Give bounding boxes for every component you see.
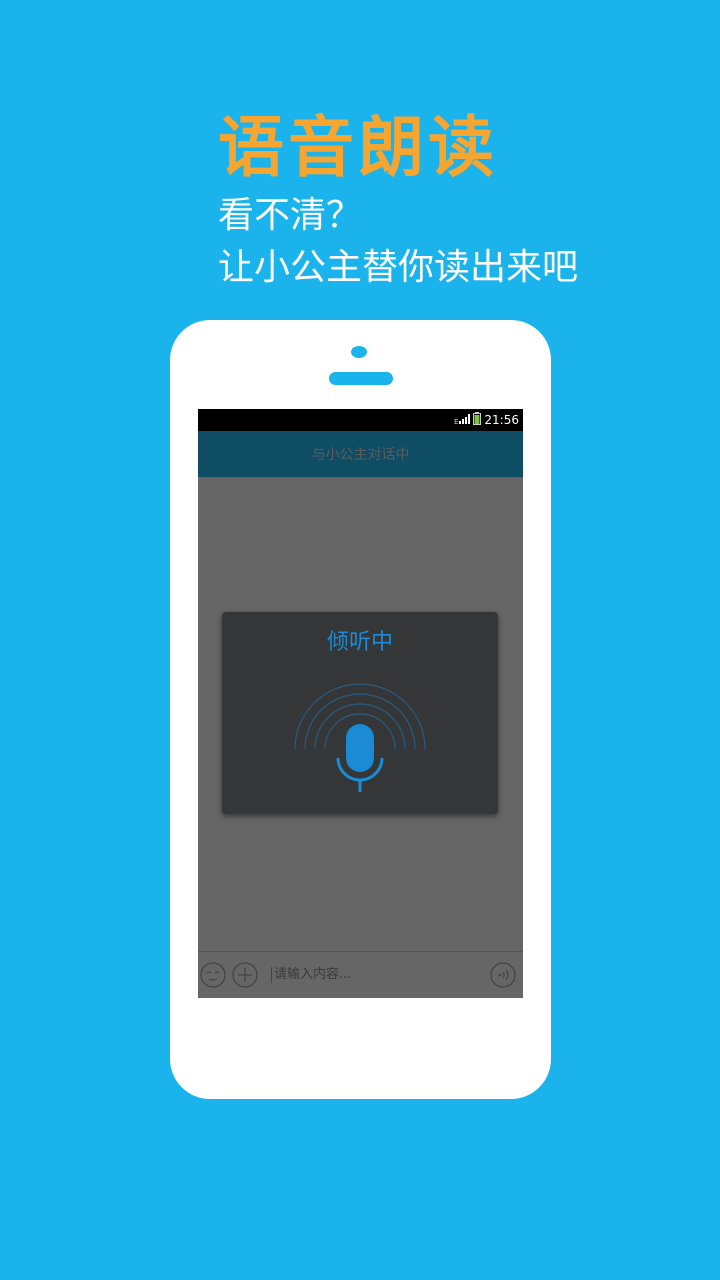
- signal-icon: E: [454, 413, 471, 428]
- promo-headline: 语音朗读: [218, 109, 498, 186]
- phone-speaker: [329, 372, 393, 385]
- voice-dialog-title: 倾听中: [326, 630, 393, 655]
- input-bar: 请输入内容...: [198, 951, 523, 998]
- emoji-icon[interactable]: [200, 962, 226, 988]
- svg-text:E: E: [454, 418, 458, 425]
- status-bar: E 21:56: [198, 409, 523, 431]
- voice-icon[interactable]: [490, 962, 516, 988]
- phone-camera: [351, 346, 367, 358]
- voice-dialog: 倾听中: [222, 612, 498, 814]
- app-bar: 与小公主对话中: [198, 431, 523, 477]
- app-bar-title: 与小公主对话中: [311, 447, 410, 463]
- add-icon[interactable]: [232, 962, 258, 988]
- microphone-icon[interactable]: [290, 664, 430, 796]
- promo-subtitle-2: 让小公主替你读出来吧: [218, 247, 579, 288]
- status-time: 21:56: [484, 413, 519, 427]
- promo-subtitle-1: 看不清？: [218, 195, 363, 236]
- phone-screen: E 21:56 与小公主对话中 倾听中 请输入内容...: [198, 409, 523, 998]
- battery-icon: [473, 412, 482, 428]
- message-input[interactable]: 请输入内容...: [271, 967, 351, 983]
- phone-frame: E 21:56 与小公主对话中 倾听中 请输入内容...: [170, 320, 551, 1099]
